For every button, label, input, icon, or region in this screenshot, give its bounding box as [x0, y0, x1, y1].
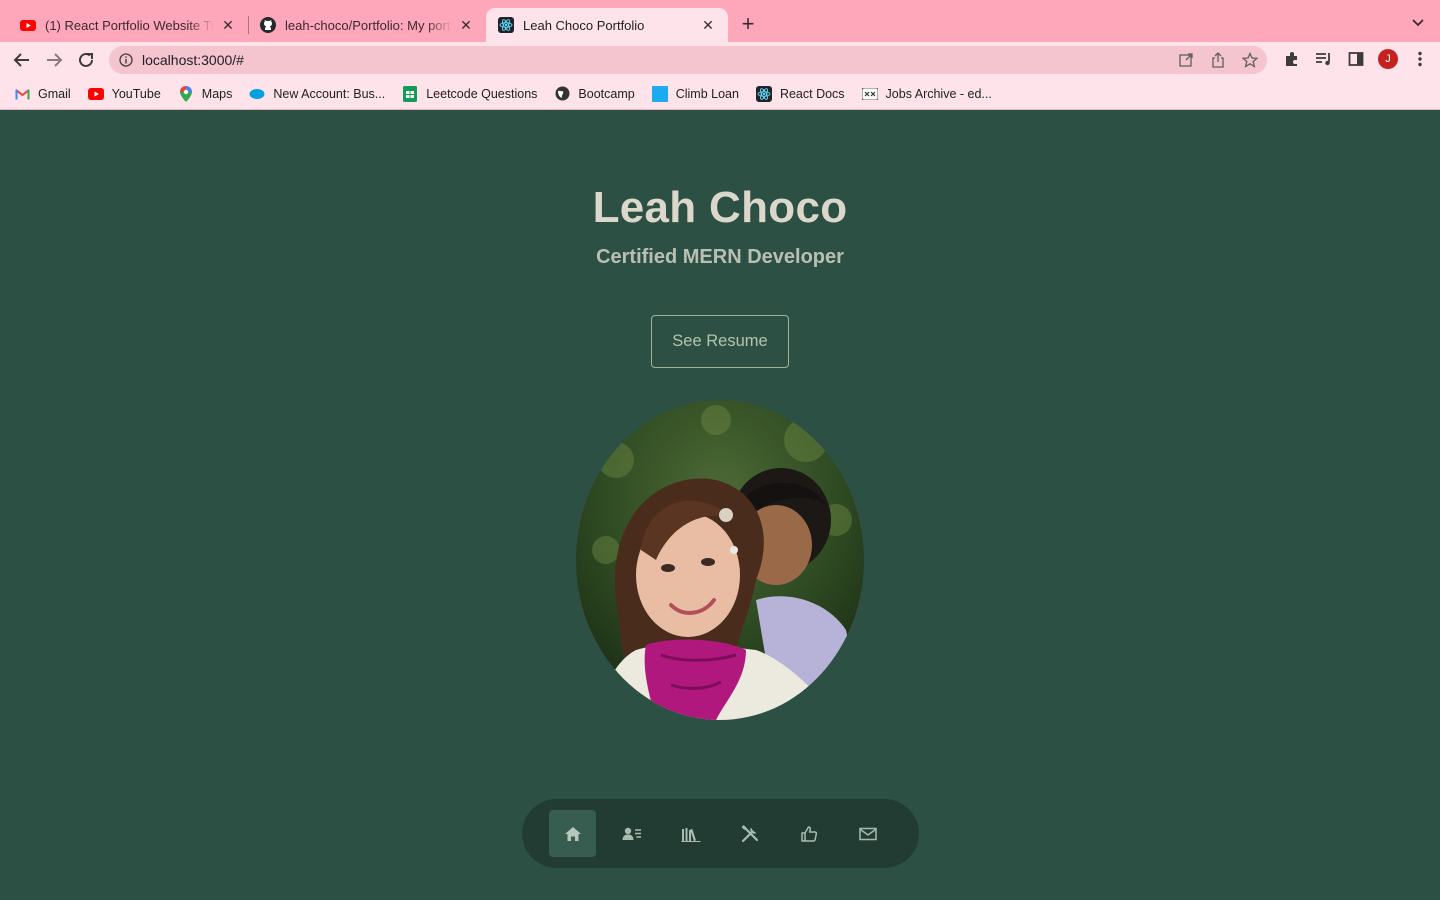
arrow-right-icon: [47, 53, 63, 67]
close-icon[interactable]: ✕: [458, 17, 474, 33]
maps-icon: [178, 85, 194, 102]
portrait-illustration: [576, 400, 864, 720]
bookmark-label: Maps: [201, 86, 233, 101]
youtube-icon: [87, 86, 104, 102]
bookmark-label: Gmail: [38, 86, 71, 101]
bookmark-jobs-archive[interactable]: Jobs Archive - ed...: [861, 86, 992, 102]
forward-button[interactable]: [42, 48, 66, 72]
bookmark-label: Leetcode Questions: [426, 86, 538, 101]
close-icon[interactable]: ✕: [700, 17, 716, 33]
portfolio-page: Leah Choco Certified MERN Developer See …: [0, 111, 1440, 900]
new-tab-button[interactable]: +: [737, 13, 759, 36]
bookmark-label: YouTube: [111, 86, 161, 101]
hero-name: Leah Choco: [592, 183, 848, 232]
nav-contact[interactable]: [844, 810, 891, 857]
tab-youtube[interactable]: (1) React Portfolio Website Tutorial ✕: [8, 8, 248, 42]
tab-portfolio[interactable]: Leah Choco Portfolio ✕: [486, 8, 728, 42]
reload-button[interactable]: [74, 48, 98, 72]
square-icon: [651, 85, 668, 102]
open-external-icon[interactable]: [1177, 51, 1195, 69]
bookmark-label: New Account: Bus...: [273, 86, 386, 101]
kebab-menu-icon[interactable]: [1410, 49, 1430, 69]
bookmark-leetcode[interactable]: Leetcode Questions: [402, 85, 538, 102]
thumbs-up-icon: [800, 825, 817, 842]
share-icon[interactable]: [1209, 51, 1227, 69]
nav-services[interactable]: [726, 810, 773, 857]
tab-title: (1) React Portfolio Website Tutorial: [45, 17, 214, 33]
profile-avatar[interactable]: J: [1378, 49, 1398, 69]
bookmark-label: Bootcamp: [578, 86, 635, 101]
address-bar[interactable]: localhost:3000/#: [109, 46, 1267, 74]
github-icon: [260, 17, 276, 33]
mail-icon: [858, 827, 877, 840]
nav-testimonials[interactable]: [785, 810, 832, 857]
nav-portfolio[interactable]: [667, 810, 714, 857]
react-icon: [498, 17, 514, 33]
bookmark-react-docs[interactable]: React Docs: [755, 85, 845, 102]
bookmark-salesforce[interactable]: New Account: Bus...: [249, 86, 385, 102]
react-icon: [755, 85, 772, 102]
extensions-icon[interactable]: [1282, 49, 1302, 69]
close-icon[interactable]: ✕: [220, 17, 236, 33]
nav-home[interactable]: [549, 810, 596, 857]
tools-icon: [741, 824, 758, 842]
tab-title: leah-choco/Portfolio: My portfolio: [285, 17, 452, 33]
edx-icon: [861, 86, 878, 102]
youtube-icon: [20, 20, 36, 31]
media-control-icon[interactable]: [1314, 49, 1334, 69]
about-icon: [622, 827, 641, 840]
back-button[interactable]: [10, 48, 34, 72]
bookmark-gmail[interactable]: Gmail: [14, 86, 71, 102]
info-icon[interactable]: [119, 53, 133, 67]
url-text[interactable]: localhost:3000/#: [142, 52, 244, 68]
bookmark-label: Climb Loan: [675, 86, 739, 101]
books-icon: [681, 827, 700, 842]
star-icon[interactable]: [1241, 51, 1259, 69]
nav-about[interactable]: [608, 810, 655, 857]
bookmark-label: React Docs: [779, 86, 845, 101]
bookmarks-bar: Gmail YouTube Maps New Account: Bus... L…: [0, 78, 1440, 110]
globe-icon: [554, 86, 570, 102]
bookmark-bootcamp[interactable]: Bootcamp: [554, 86, 635, 102]
bookmark-label: Jobs Archive - ed...: [885, 86, 992, 101]
tab-github[interactable]: leah-choco/Portfolio: My portfolio ✕: [248, 8, 486, 42]
gmail-icon: [14, 86, 30, 102]
sheets-icon: [402, 85, 418, 102]
home-icon: [564, 826, 581, 841]
tab-title: Leah Choco Portfolio: [523, 17, 645, 33]
tab-strip: (1) React Portfolio Website Tutorial ✕ l…: [0, 0, 1440, 42]
portrait-photo: [576, 400, 864, 720]
chevron-down-icon[interactable]: [1410, 14, 1426, 30]
salesforce-icon: [249, 86, 265, 102]
arrow-left-icon: [13, 53, 29, 67]
browser-toolbar: localhost:3000/# J: [0, 42, 1440, 78]
reload-icon: [79, 52, 93, 67]
bookmark-youtube[interactable]: YouTube: [87, 86, 161, 102]
see-resume-button[interactable]: See Resume: [651, 315, 789, 368]
bookmark-maps[interactable]: Maps: [178, 85, 233, 102]
bookmark-climb-loan[interactable]: Climb Loan: [651, 85, 739, 102]
bottom-nav: [522, 799, 919, 868]
side-panel-icon[interactable]: [1346, 49, 1366, 69]
hero-role: Certified MERN Developer: [596, 246, 844, 268]
